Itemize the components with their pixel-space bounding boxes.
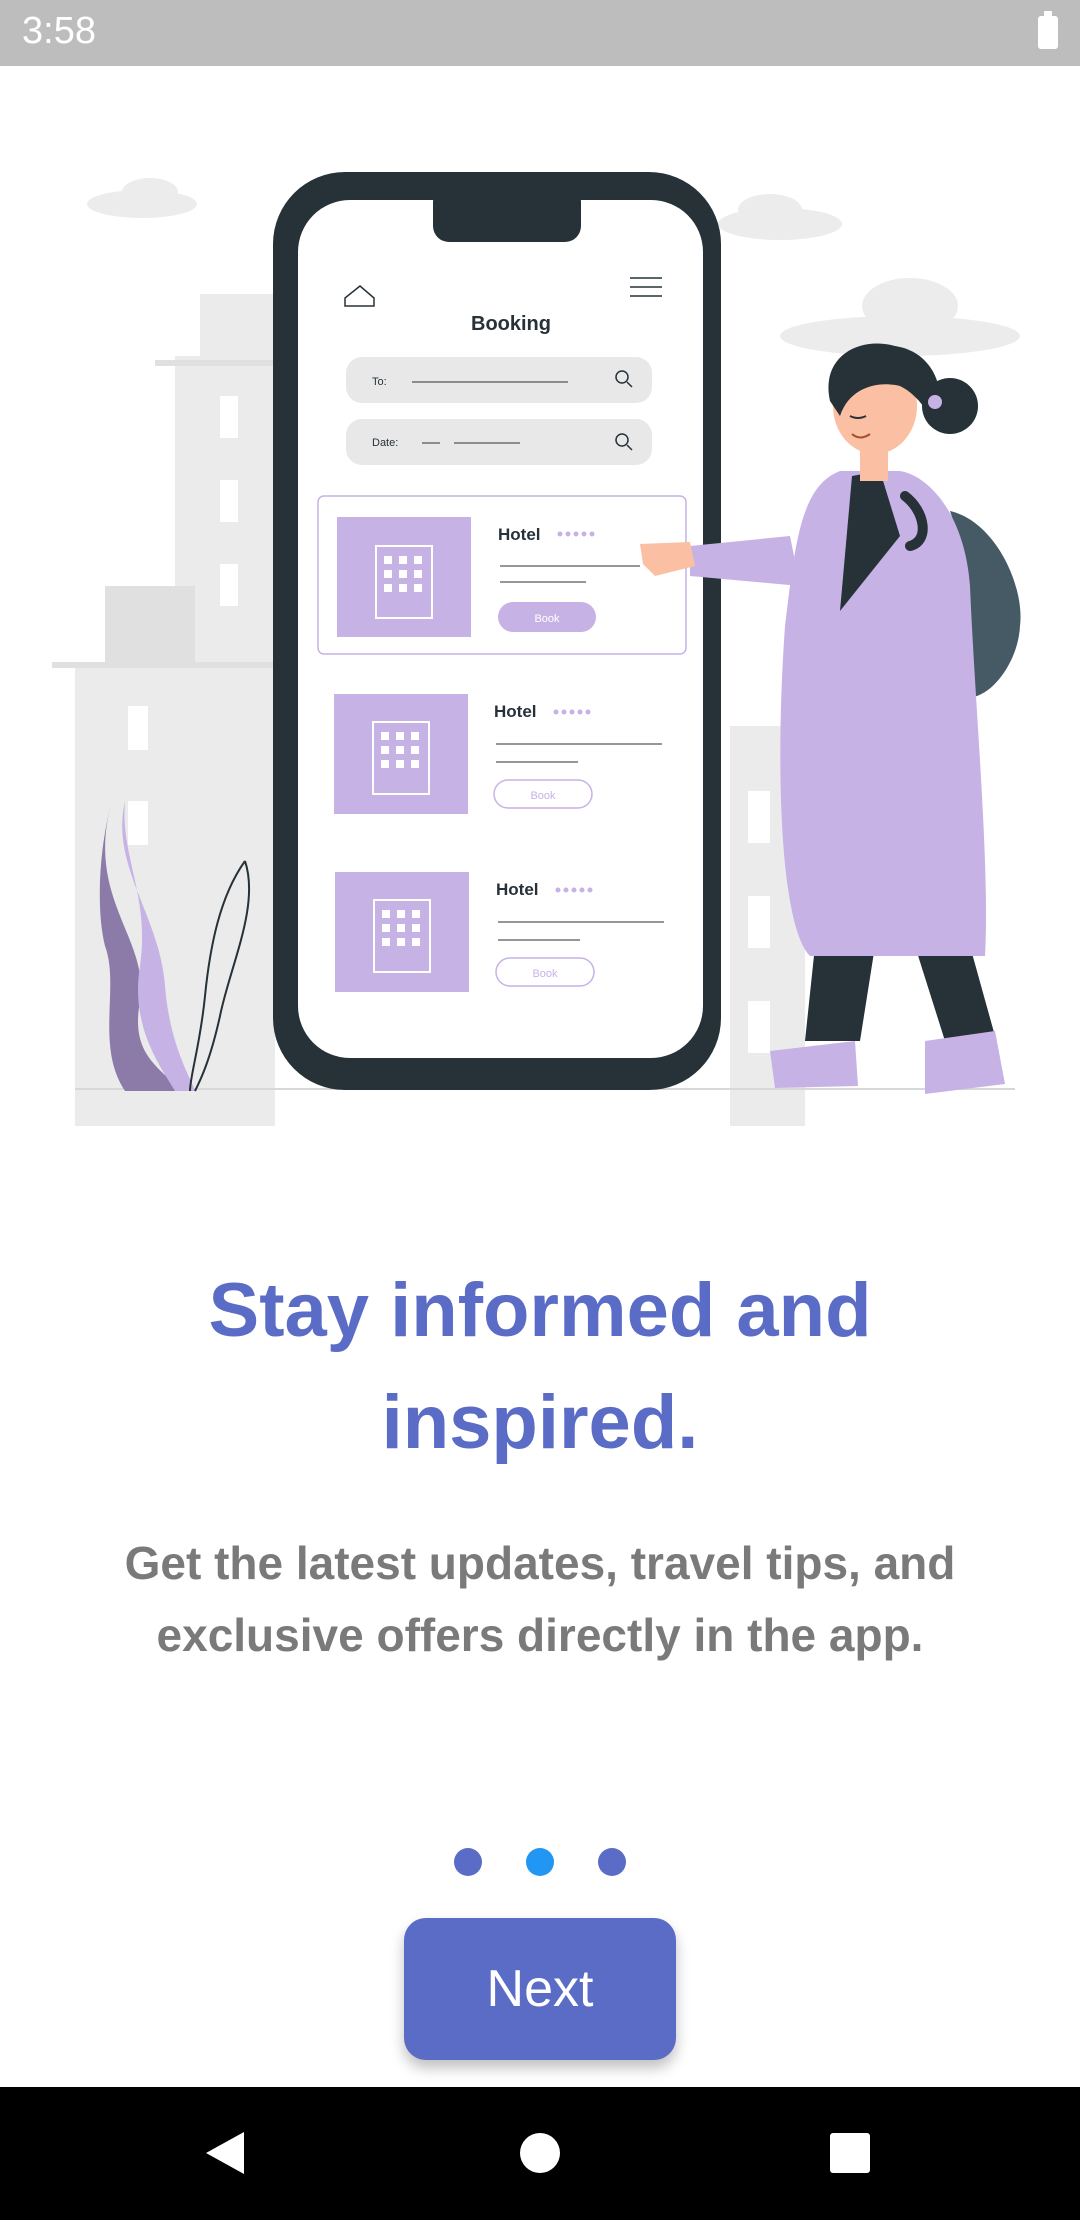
subtitle-line-2: exclusive offers directly in the app. — [156, 1609, 924, 1661]
status-bar: 3:58 — [0, 0, 1080, 66]
svg-text:Hotel: Hotel — [496, 880, 539, 899]
next-button[interactable]: Next — [404, 1918, 676, 2060]
page-indicator — [0, 1848, 1080, 1876]
svg-text:Book: Book — [534, 613, 560, 625]
title-line-2: inspired. — [381, 1380, 699, 1465]
onboarding-subtitle: Get the latest updates, travel tips, and… — [80, 1527, 1000, 1671]
page-dot-active[interactable] — [526, 1848, 554, 1876]
subtitle-line-1: Get the latest updates, travel tips, and — [124, 1537, 956, 1589]
title-line-1: Stay informed and — [208, 1268, 872, 1353]
recents-icon[interactable] — [820, 2123, 880, 2183]
page-dot[interactable] — [598, 1848, 626, 1876]
navigation-bar — [0, 2087, 1080, 2220]
to-search-field — [346, 357, 652, 403]
booking-heading: Booking — [471, 313, 551, 335]
booking-illustration: Booking To: Date: Hotel Book Hotel Book … — [52, 172, 1021, 1126]
svg-text:To:: To: — [372, 376, 387, 388]
onboarding-title: Stay informed and inspired. — [100, 1255, 980, 1479]
svg-text:Book: Book — [532, 968, 558, 980]
home-icon[interactable] — [510, 2123, 570, 2183]
svg-text:Hotel: Hotel — [494, 702, 537, 721]
page-dot[interactable] — [454, 1848, 482, 1876]
battery-icon — [1038, 11, 1058, 49]
back-icon[interactable] — [195, 2123, 255, 2183]
status-time: 3:58 — [22, 10, 96, 52]
svg-text:Hotel: Hotel — [498, 525, 541, 544]
svg-text:Book: Book — [530, 790, 556, 802]
svg-text:Date:: Date: — [372, 437, 398, 449]
